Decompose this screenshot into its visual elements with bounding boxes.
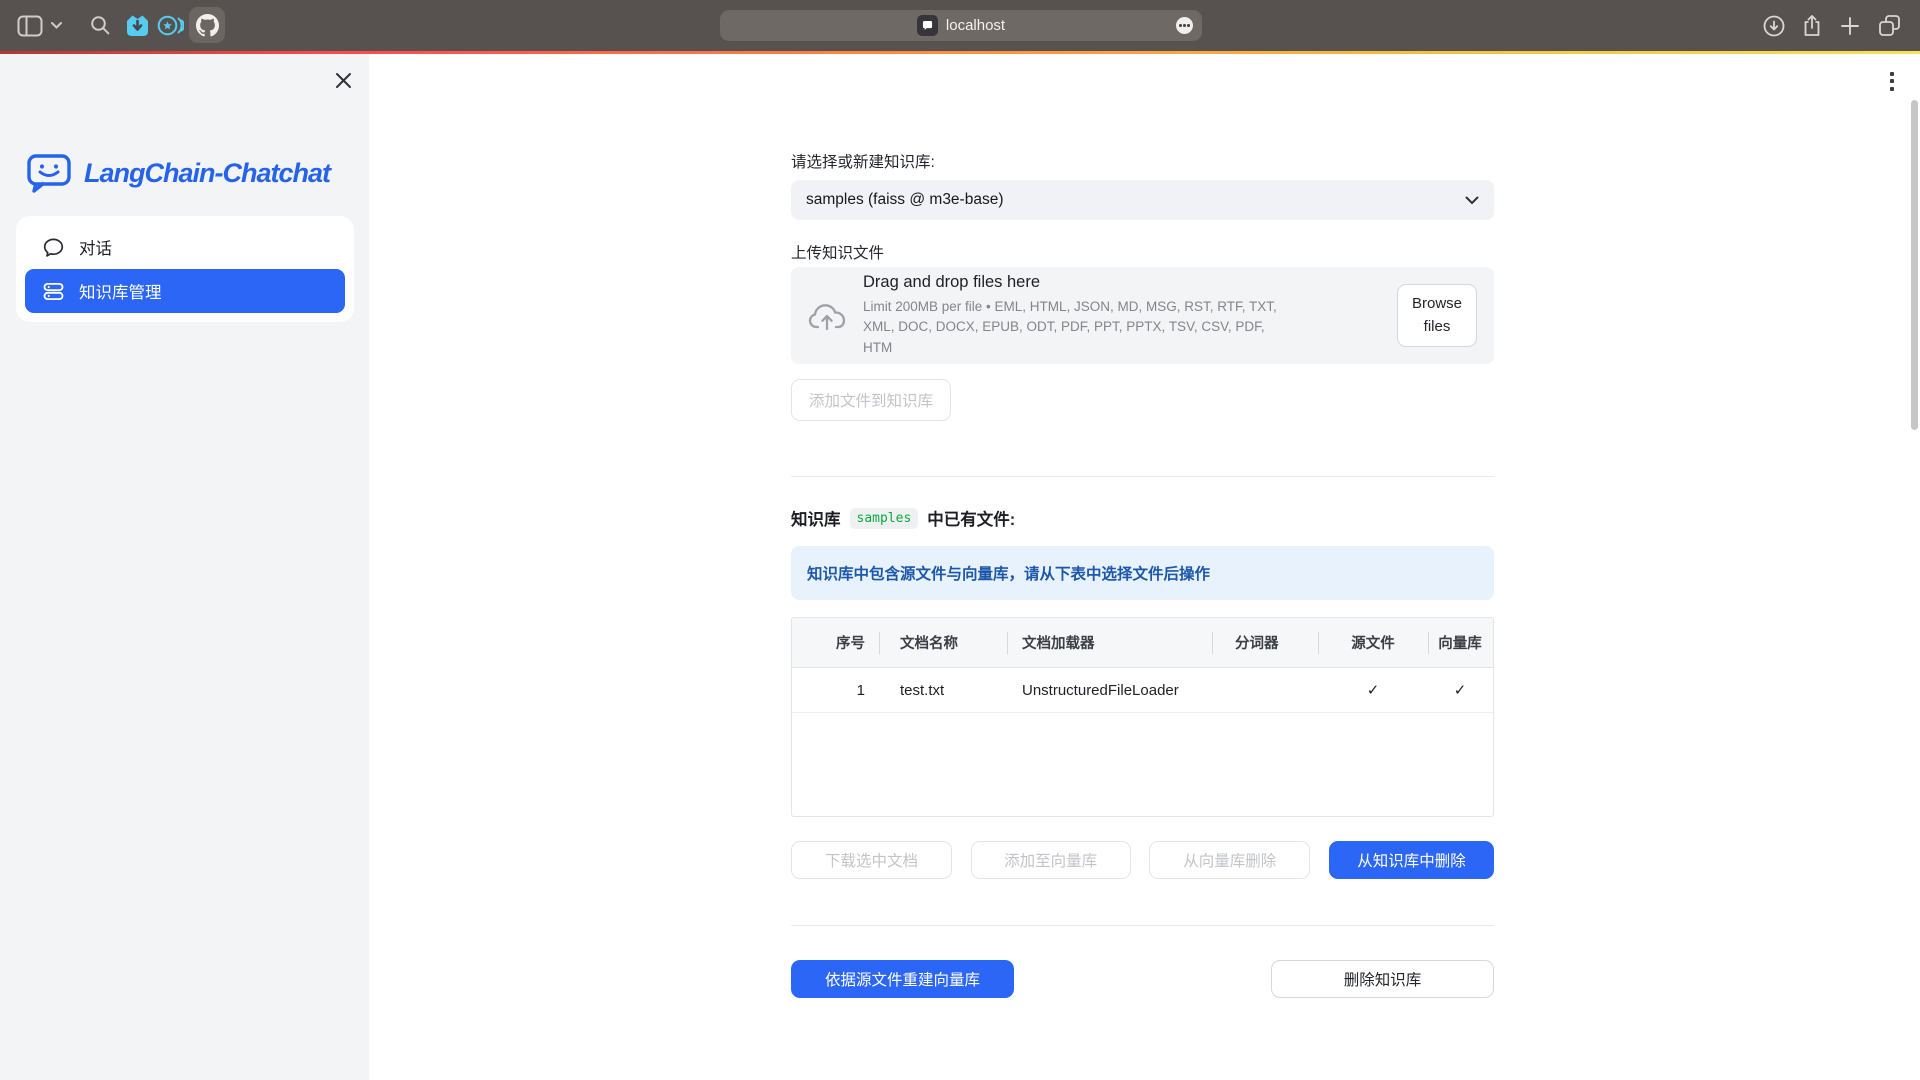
page-scrollbar[interactable] (1911, 100, 1918, 430)
kb-name-code: samples (850, 508, 919, 529)
table-row[interactable]: 1 test.txt UnstructuredFileLoader ✓ ✓ (792, 668, 1493, 713)
table-header: 序号 文档名称 文档加载器 分词器 源文件 向量库 (792, 618, 1493, 668)
cell-vectorstore-check: ✓ (1428, 681, 1492, 699)
chevron-down-icon (51, 22, 62, 29)
sidebar-panel-icon (17, 15, 43, 37)
download-icon (1763, 15, 1785, 37)
rebuild-vectorstore-button[interactable]: 依据源文件重建向量库 (791, 960, 1014, 998)
files-table: 序号 文档名称 文档加载器 分词器 源文件 向量库 1 test.txt Uns… (791, 617, 1494, 817)
add-files-to-kb-button[interactable]: 添加文件到知识库 (791, 379, 951, 421)
kb-select-label: 请选择或新建知识库: (791, 150, 1494, 172)
kb-select-value: samples (faiss @ m3e-base) (806, 191, 1004, 209)
search-button[interactable] (85, 0, 115, 51)
column-header-docname: 文档名称 (879, 632, 1007, 653)
app-menu-button[interactable] (1882, 66, 1902, 96)
chatchat-logo-icon (26, 152, 73, 194)
new-tab-button[interactable] (1834, 0, 1866, 51)
extension-github-button[interactable] (189, 7, 225, 43)
address-bar[interactable]: localhost (720, 10, 1202, 41)
upload-section-label: 上传知识文件 (791, 241, 1494, 263)
heading-prefix: 知识库 (791, 506, 841, 530)
delete-kb-button[interactable]: 删除知识库 (1271, 960, 1494, 998)
close-icon (335, 72, 352, 89)
chatchat-favicon-icon (921, 19, 934, 32)
delete-from-vectorstore-button[interactable]: 从向量库删除 (1149, 841, 1310, 879)
download-selected-button[interactable]: 下载选中文档 (791, 841, 952, 879)
kb-bottom-actions: 依据源文件重建向量库 删除知识库 (791, 960, 1494, 998)
chevron-down-icon (1465, 196, 1479, 205)
sidebar-toggle-chevron[interactable] (48, 0, 64, 51)
column-header-index: 序号 (792, 632, 879, 653)
cell-loader: UnstructuredFileLoader (1007, 682, 1212, 699)
cell-index: 1 (792, 682, 879, 699)
app-logo-text: LangChain-Chatchat (84, 158, 330, 189)
section-divider (791, 925, 1494, 926)
share-icon (1802, 14, 1822, 38)
info-banner: 知识库中包含源文件与向量库，请从下表中选择文件后操作 (791, 546, 1494, 600)
cloud-upload-icon (808, 301, 846, 331)
sidebar-toggle-button[interactable] (14, 0, 46, 51)
share-button[interactable] (1796, 0, 1828, 51)
circles-star-icon (157, 14, 184, 37)
sidebar-item-label: 知识库管理 (79, 279, 162, 303)
database-icon (43, 282, 64, 301)
file-actions-row: 下载选中文档 添加至向量库 从向量库删除 从知识库中删除 (791, 841, 1494, 879)
sidebar: LangChain-Chatchat 对话 知识库管理 (0, 54, 369, 1080)
sidebar-nav: 对话 知识库管理 (16, 216, 354, 322)
cell-docname: test.txt (879, 682, 1007, 699)
kb-select[interactable]: samples (faiss @ m3e-base) (791, 180, 1494, 220)
downloads-button[interactable] (1758, 0, 1790, 51)
column-header-loader: 文档加载器 (1007, 632, 1212, 653)
heading-suffix: 中已有文件: (927, 506, 1015, 530)
kb-files-heading: 知识库 samples 中已有文件: (791, 506, 1494, 530)
browser-toolbar: localhost (0, 0, 1920, 51)
app-logo: LangChain-Chatchat (26, 152, 330, 194)
add-to-vectorstore-button[interactable]: 添加至向量库 (971, 841, 1131, 879)
tab-overview-button[interactable] (1872, 0, 1906, 51)
column-header-splitter: 分词器 (1212, 632, 1318, 653)
dropzone-texts: Drag and drop files here Limit 200MB per… (863, 273, 1295, 359)
section-divider (791, 476, 1494, 477)
browse-files-button[interactable]: Browse files (1397, 284, 1477, 347)
column-header-vectorstore: 向量库 (1428, 632, 1492, 653)
extension-downloader-button[interactable] (122, 0, 152, 51)
tabs-icon (1878, 14, 1901, 37)
sidebar-item-label: 对话 (79, 235, 112, 259)
cell-sourcefile-check: ✓ (1318, 681, 1428, 699)
delete-from-kb-button[interactable]: 从知识库中删除 (1329, 841, 1494, 879)
plus-icon (1840, 16, 1860, 36)
sidebar-item-kb-management[interactable]: 知识库管理 (25, 269, 345, 313)
site-favicon (917, 15, 938, 36)
dropzone-title: Drag and drop files here (863, 273, 1295, 292)
column-header-sourcefile: 源文件 (1318, 632, 1428, 653)
kb-management-page: 请选择或新建知识库: samples (faiss @ m3e-base) 上传… (791, 54, 1494, 998)
page-options-button[interactable] (1176, 17, 1193, 34)
sidebar-item-dialogue[interactable]: 对话 (25, 225, 345, 269)
file-dropzone[interactable]: Drag and drop files here Limit 200MB per… (791, 267, 1494, 364)
address-text: localhost (946, 17, 1005, 34)
close-sidebar-button[interactable] (331, 68, 355, 92)
search-icon (90, 15, 111, 36)
dropzone-hint: Limit 200MB per file • EML, HTML, JSON, … (863, 297, 1295, 359)
extension-recorder-button[interactable] (155, 0, 185, 51)
chat-bubble-icon (43, 237, 64, 258)
github-icon (196, 14, 219, 37)
cat-download-icon (125, 14, 150, 38)
